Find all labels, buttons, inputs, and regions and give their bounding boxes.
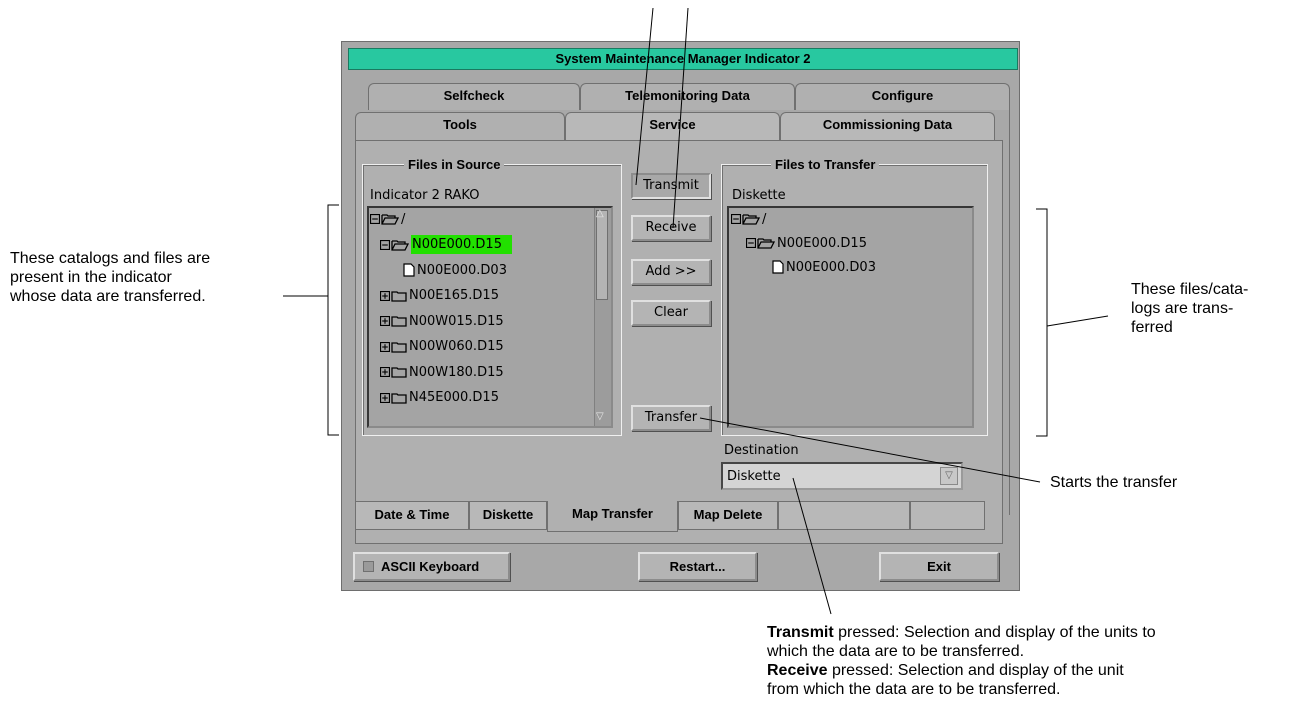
annotation-transfer: Starts the transfer — [1050, 474, 1178, 491]
annotation-source: These catalogs and files are present in … — [10, 250, 211, 305]
annotation-destination: Transmit pressed: Selection and display … — [767, 624, 1156, 698]
annotation-lines — [283, 7, 1109, 615]
annotation-target: These files/cata- logs are trans- ferred — [1131, 281, 1249, 336]
